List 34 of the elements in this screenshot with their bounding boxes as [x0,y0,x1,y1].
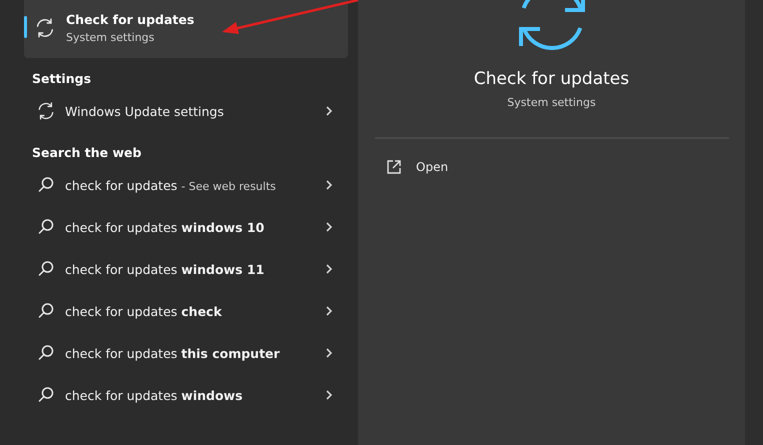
result-item[interactable]: check for updates windows 10 [24,206,348,248]
chevron-icon [324,221,334,233]
result-text: check for updates this computer [65,346,281,360]
sync-icon [36,101,56,121]
chevron-icon [324,305,334,317]
best-match-item[interactable]: Check for updates System settings [24,0,348,58]
result-item[interactable]: check for updates this computer [24,332,348,374]
chevron-icon [324,347,334,359]
detail-subtitle: System settings [507,96,596,109]
open-action[interactable]: Open [386,159,448,175]
detail-title: Check for updates [474,69,630,89]
result-text: check for updates windows 10 [65,220,266,234]
result-item[interactable]: Windows Update settings [24,90,348,132]
result-subtitle: System settings [66,31,156,44]
result-text: check for updates check [65,304,223,318]
external-link-icon [386,159,402,175]
result-title: Check for updates [66,12,194,27]
section-heading: Search the web [32,145,142,162]
chevron-icon [324,389,334,401]
result-text: check for updates windows [65,388,244,402]
chevron-icon [324,179,334,191]
chevron-icon [324,105,334,117]
chevron-icon [324,263,334,275]
result-text: check for updates windows 11 [65,262,266,276]
section-heading: Settings [32,71,92,88]
result-text: Windows Update settings [65,104,225,118]
sync-icon [34,17,56,39]
result-item[interactable]: check for updates windows 11 [24,248,348,290]
result-item[interactable]: check for updates check [24,290,348,332]
result-item[interactable]: check for updates windows [24,374,348,416]
result-item[interactable]: check for updates - See web results [24,164,348,206]
result-text: check for updates - See web results [65,178,277,192]
selection-indicator [24,16,27,38]
sync-icon [518,0,586,50]
